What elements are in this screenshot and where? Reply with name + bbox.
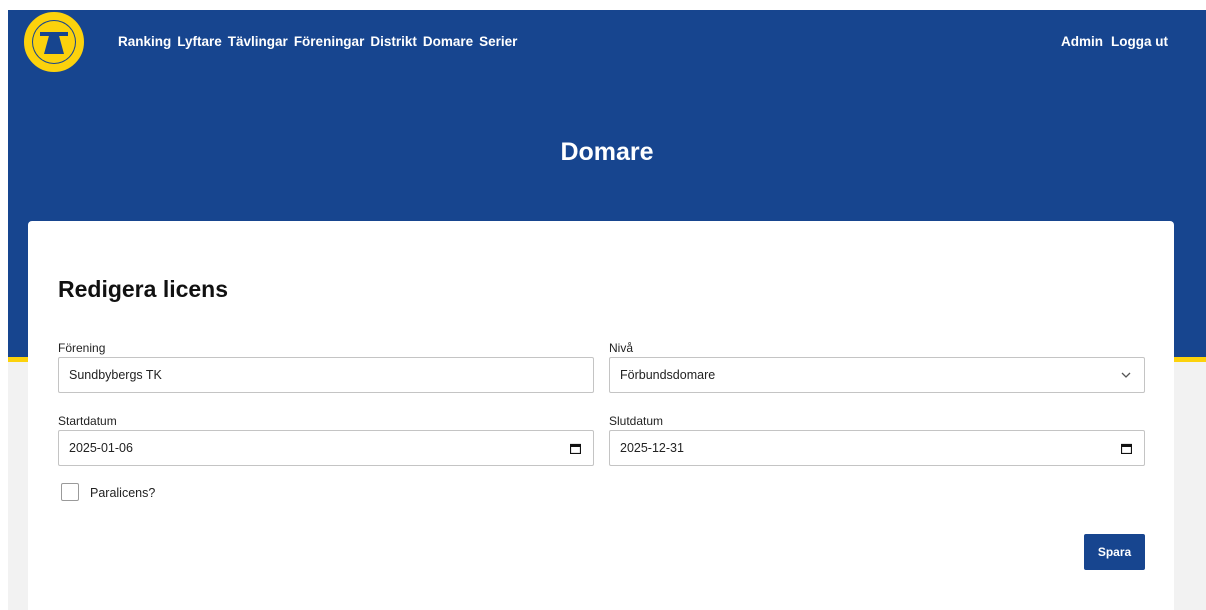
calendar-icon[interactable] (569, 442, 581, 454)
niva-label: Nivå (609, 341, 634, 355)
startdatum-field[interactable]: 2025-01-06 (58, 430, 594, 466)
chevron-down-icon (1120, 369, 1132, 381)
forening-label: Förening (58, 341, 106, 355)
federation-logo[interactable] (22, 10, 86, 74)
startdatum-value: 2025-01-06 (69, 441, 133, 455)
nav-item-serier[interactable]: Serier (479, 34, 517, 49)
nav-item-ranking[interactable]: Ranking (118, 34, 171, 49)
slutdatum-field[interactable]: 2025-12-31 (609, 430, 1145, 466)
slutdatum-label: Slutdatum (609, 414, 664, 428)
admin-link[interactable]: Admin (1061, 34, 1103, 49)
user-nav: Admin Logga ut (1053, 34, 1168, 49)
forening-input[interactable] (69, 368, 593, 382)
startdatum-label: Startdatum (58, 414, 117, 428)
calendar-icon[interactable] (1120, 442, 1132, 454)
slutdatum-value: 2025-12-31 (620, 441, 684, 455)
nav-item-distrikt[interactable]: Distrikt (370, 34, 417, 49)
nav-item-foreningar[interactable]: Föreningar (294, 34, 365, 49)
form-title: Redigera licens (58, 276, 229, 302)
nav-item-domare[interactable]: Domare (423, 34, 473, 49)
niva-select[interactable]: Förbundsdomare (609, 357, 1145, 393)
paralicens-label[interactable]: Paralicens? (90, 486, 155, 500)
main-nav: Ranking Lyftare Tävlingar Föreningar Dis… (118, 34, 523, 49)
logout-link[interactable]: Logga ut (1111, 34, 1168, 49)
form-card: Redigera licens Förening Nivå Förbundsdo… (28, 221, 1174, 610)
page-title: Domare (560, 138, 654, 166)
niva-selected-value: Förbundsdomare (620, 368, 716, 382)
paralicens-checkbox[interactable] (61, 483, 79, 501)
forening-field[interactable] (58, 357, 594, 393)
page: Ranking Lyftare Tävlingar Föreningar Dis… (8, 10, 1206, 610)
nav-item-lyftare[interactable]: Lyftare (177, 34, 222, 49)
save-button[interactable]: Spara (1084, 534, 1145, 570)
nav-item-tavlingar[interactable]: Tävlingar (228, 34, 288, 49)
